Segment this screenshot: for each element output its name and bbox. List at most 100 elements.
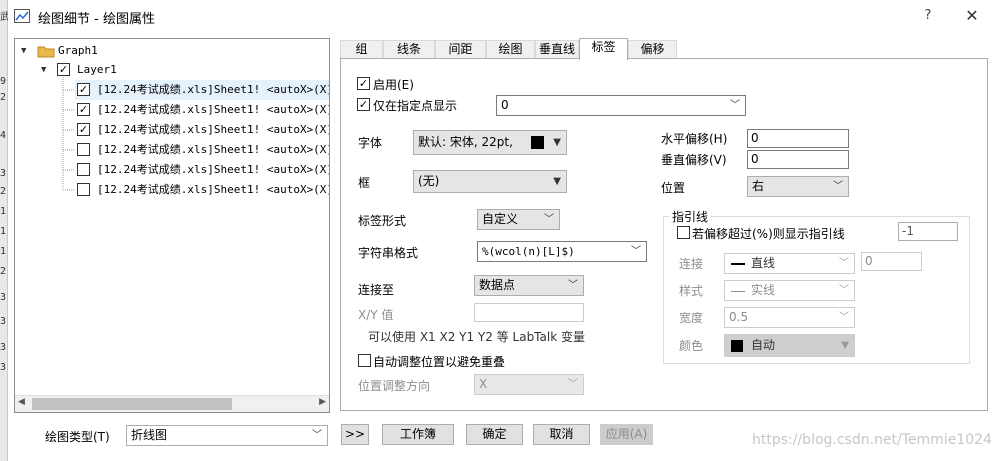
tab-5[interactable]: 标签 [579,38,628,60]
tree-node-label: [12.24考试成绩.xls]Sheet1! <autoX>(X), [97,83,330,96]
v-offset-input[interactable]: 0 [747,150,849,169]
tab-3[interactable]: 绘图 [486,40,535,59]
chevron-down-icon: ﹀ [544,214,554,225]
show-at-points-text: 仅在指定点显示 [373,99,458,113]
font-label: 字体 [358,136,383,150]
scroll-right-icon[interactable]: ▶ [319,397,326,407]
tree-node-plot[interactable]: ✓ [12.24考试成绩.xls]Sheet1! <autoX>(X), [75,100,329,120]
leader-color-label: 颜色 [679,339,704,353]
position-label: 位置 [661,181,686,195]
leader-connect-value: 直线 [751,256,776,270]
background-glyph: 3 [0,342,7,353]
chevron-down-icon: ﹀ [631,246,641,257]
tab-1[interactable]: 线条 [383,40,435,59]
line-style-icon [731,291,745,292]
tab-6[interactable]: 偏移 [628,40,677,59]
background-glyph: 3 [0,168,7,179]
tree-node-graph[interactable]: ▼ Graph1 [15,41,329,61]
plot-checkbox[interactable]: ✓ [77,103,90,116]
leader-style-combo[interactable]: 实线 ﹀ [724,280,855,301]
leader-width-value: 0.5 [729,310,749,324]
plot-type-label: 绘图类型(T) [45,430,110,444]
string-format-label: 字符串格式 [358,246,419,260]
chevron-down-icon: ﹀ [839,285,849,296]
background-glyph: 1 [0,226,7,237]
connect-to-combo[interactable]: 数据点 ﹀ [474,275,584,296]
tab-0[interactable]: 组 [340,40,383,59]
close-button[interactable]: ✕ [958,4,986,28]
h-offset-input[interactable]: 0 [747,129,849,148]
enable-label-checkbox[interactable]: ✓ [357,77,370,90]
auto-adjust-checkbox[interactable] [358,354,371,367]
position-value: 右 [752,179,765,193]
plot-tree[interactable]: ▼ Graph1 ▼ ✓ Layer1 ✓ [12.24考试成绩.xls]Sheet1! <… [14,38,330,413]
background-glyph: 1 [0,206,7,217]
chevron-down-icon: ﹀ [730,100,740,111]
caret-down-icon: ▼ [553,137,561,148]
plot-type-combo[interactable]: 折线图 ﹀ [126,425,328,446]
background-glyph: 3 [0,316,7,327]
tree-node-label: [12.24考试成绩.xls]Sheet1! <autoX>(X), [97,103,330,116]
font-combo[interactable]: 默认: 宋体, 22pt, ▼ [413,130,567,155]
window-title: 绘图细节 - 绘图属性 [38,12,155,27]
caret-down-icon: ▼ [841,340,849,351]
expand-button[interactable]: >> [341,424,369,445]
plot-checkbox[interactable] [77,163,90,176]
tree-node-plot[interactable]: [12.24考试成绩.xls]Sheet1! <autoX>(X), [75,140,329,160]
background-glyph: 2 [0,266,7,277]
scroll-left-icon[interactable]: ◀ [18,397,25,407]
show-at-points-combo[interactable]: 0 ﹀ [496,95,746,116]
expand-toggle-icon[interactable]: ▼ [41,60,46,80]
layer-checkbox[interactable]: ✓ [57,63,70,76]
leader-style-value: 实线 [751,283,776,297]
plot-checkbox[interactable]: ✓ [77,83,90,96]
workbook-button[interactable]: 工作簿 [382,424,454,445]
xy-value-input[interactable] [474,303,584,322]
show-at-points-checkbox[interactable]: ✓ [357,98,370,111]
tree-node-label: [12.24考试成绩.xls]Sheet1! <autoX>(X), [97,143,330,156]
chevron-down-icon: ﹀ [568,280,578,291]
enable-label-text: 启用(E) [373,78,414,92]
tree-node-plot[interactable]: ✓ [12.24考试成绩.xls]Sheet1! <autoX>(X), [75,120,329,140]
frame-combo[interactable]: (无) ▼ [413,170,567,193]
frame-value: (无) [418,174,440,188]
tab-2[interactable]: 间距 [435,40,486,59]
string-format-combo[interactable]: %(wcol(n)[L]$) ﹀ [477,241,647,262]
label-form-combo[interactable]: 自定义 ﹀ [477,209,560,230]
expand-toggle-icon[interactable]: ▼ [21,41,26,61]
leader-threshold-input[interactable]: -1 [898,222,958,241]
folder-icon [37,46,55,58]
leader-connect-combo[interactable]: 直线 ﹀ [724,253,855,274]
adjust-direction-combo[interactable]: X ﹀ [474,374,584,395]
leader-color-combo[interactable]: 自动 ▼ [724,334,855,357]
tab-strip: 组线条 间距 绘图 垂直线 标签 偏移 [340,38,988,60]
leader-connect-extra-input[interactable]: 0 [861,252,922,271]
help-button[interactable]: ? [916,4,940,28]
plot-checkbox[interactable]: ✓ [77,123,90,136]
chevron-down-icon: ﹀ [312,430,322,441]
tree-node-plot[interactable]: ✓ [12.24考试成绩.xls]Sheet1! <autoX>(X), [75,80,329,100]
tree-node-plot[interactable]: [12.24考试成绩.xls]Sheet1! <autoX>(X), [75,180,329,200]
tree-node-layer[interactable]: ▼ ✓ Layer1 [15,60,329,80]
show-leader-checkbox[interactable] [677,226,690,239]
leader-width-combo[interactable]: 0.5 ﹀ [724,307,855,328]
frame-label: 框 [358,176,371,190]
show-leader-text: 若偏移超过(%)则显示指引线 [692,227,845,241]
cancel-button[interactable]: 取消 [533,424,590,445]
caret-down-icon: ▼ [553,176,561,187]
tree-horizontal-scrollbar[interactable]: ◀ ▶ [15,395,329,412]
position-combo[interactable]: 右 ﹀ [747,176,849,197]
v-offset-label: 垂直偏移(V) [661,153,727,167]
connect-to-value: 数据点 [479,278,516,292]
leader-width-label: 宽度 [679,311,704,325]
tree-node-plot[interactable]: [12.24考试成绩.xls]Sheet1! <autoX>(X), [75,160,329,180]
apply-button[interactable]: 应用(A) [600,424,653,445]
background-glyph: 1 [0,246,7,257]
plot-checkbox[interactable] [77,183,90,196]
app-icon [14,9,30,23]
tab-4[interactable]: 垂直线 [535,40,579,59]
ok-button[interactable]: 确定 [466,424,523,445]
line-style-icon [731,263,745,265]
plot-checkbox[interactable] [77,143,90,156]
scroll-thumb[interactable] [32,398,232,410]
